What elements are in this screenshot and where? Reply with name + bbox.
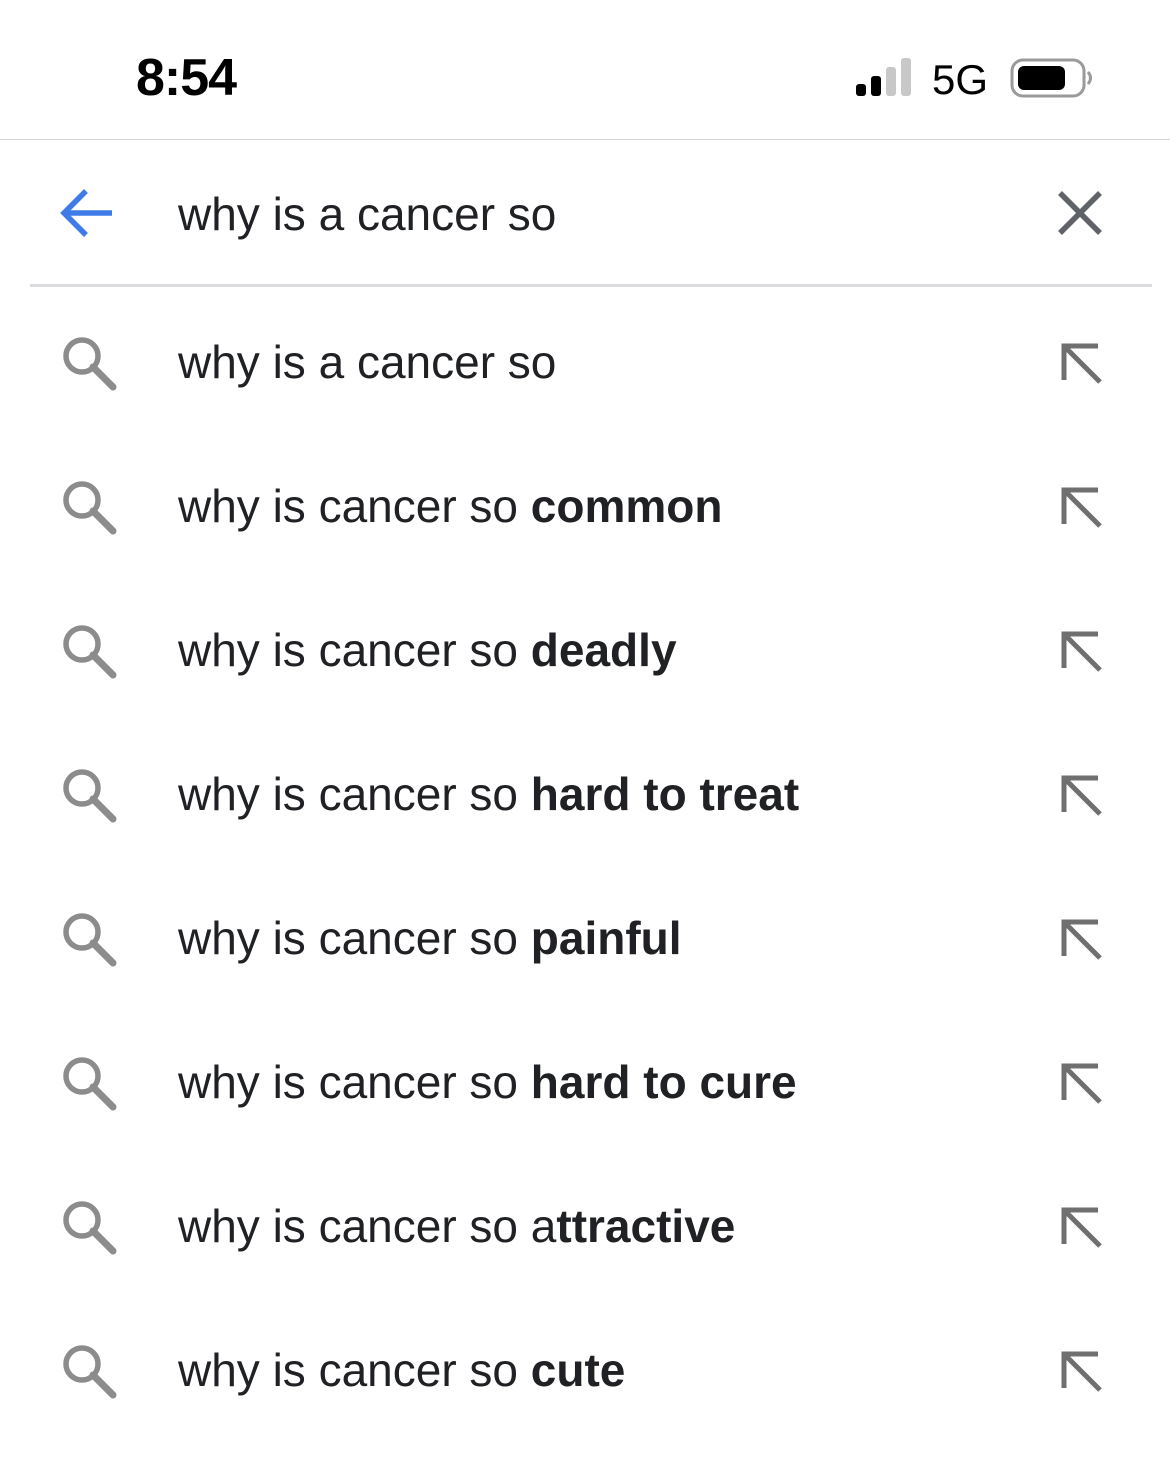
search-icon — [63, 1345, 117, 1399]
search-input[interactable] — [178, 181, 1038, 247]
suggestion-item[interactable]: why is a cancer so — [0, 290, 1170, 434]
suggestion-list: why is a cancer so why is cancer so comm… — [0, 290, 1170, 1442]
signal-bar-3 — [886, 67, 896, 96]
search-icon — [63, 913, 117, 967]
suggestion-item[interactable]: why is cancer so attractive — [0, 1154, 1170, 1298]
fill-query-arrow-icon[interactable] — [1058, 484, 1104, 530]
search-icon — [63, 337, 117, 391]
fill-query-arrow-icon[interactable] — [1058, 1204, 1104, 1250]
cellular-signal-icon — [856, 58, 911, 96]
arrow-left-icon[interactable] — [58, 185, 118, 241]
suggestion-text: why is cancer so cute — [178, 1344, 626, 1396]
fill-query-arrow-icon[interactable] — [1058, 628, 1104, 674]
signal-bar-4 — [901, 58, 911, 96]
signal-bar-1 — [856, 84, 866, 96]
search-icon — [63, 769, 117, 823]
suggestion-text: why is cancer so painful — [178, 912, 682, 964]
search-icon — [63, 625, 117, 679]
suggestion-text: why is cancer so hard to cure — [178, 1056, 797, 1108]
signal-bar-2 — [871, 76, 881, 96]
suggestion-item[interactable]: why is cancer so painful — [0, 866, 1170, 1010]
suggestion-text: why is cancer so attractive — [178, 1200, 736, 1252]
status-bar: 8:54 5G — [0, 0, 1170, 140]
fill-query-arrow-icon[interactable] — [1058, 340, 1104, 386]
search-icon — [63, 1057, 117, 1111]
battery-icon — [1010, 58, 1092, 98]
suggestion-text: why is cancer so deadly — [178, 624, 677, 676]
fill-query-arrow-icon[interactable] — [1058, 916, 1104, 962]
suggestion-item[interactable]: why is cancer so cute — [0, 1298, 1170, 1442]
fill-query-arrow-icon[interactable] — [1058, 1348, 1104, 1394]
fill-query-arrow-icon[interactable] — [1058, 1060, 1104, 1106]
search-icon — [63, 1201, 117, 1255]
network-type: 5G — [932, 56, 989, 103]
suggestion-item[interactable]: why is cancer so hard to cure — [0, 1010, 1170, 1154]
search-icon — [63, 481, 117, 535]
search-bar — [30, 141, 1152, 287]
battery-fill — [1018, 66, 1065, 90]
status-time: 8:54 — [136, 49, 237, 107]
fill-query-arrow-icon[interactable] — [1058, 772, 1104, 818]
suggestion-item[interactable]: why is cancer so deadly — [0, 578, 1170, 722]
suggestion-text: why is a cancer so — [178, 336, 557, 388]
close-icon[interactable] — [1056, 189, 1104, 237]
suggestion-text: why is cancer so hard to treat — [178, 768, 800, 820]
suggestion-text: why is cancer so common — [178, 480, 723, 532]
suggestion-item[interactable]: why is cancer so common — [0, 434, 1170, 578]
suggestion-item[interactable]: why is cancer so hard to treat — [0, 722, 1170, 866]
